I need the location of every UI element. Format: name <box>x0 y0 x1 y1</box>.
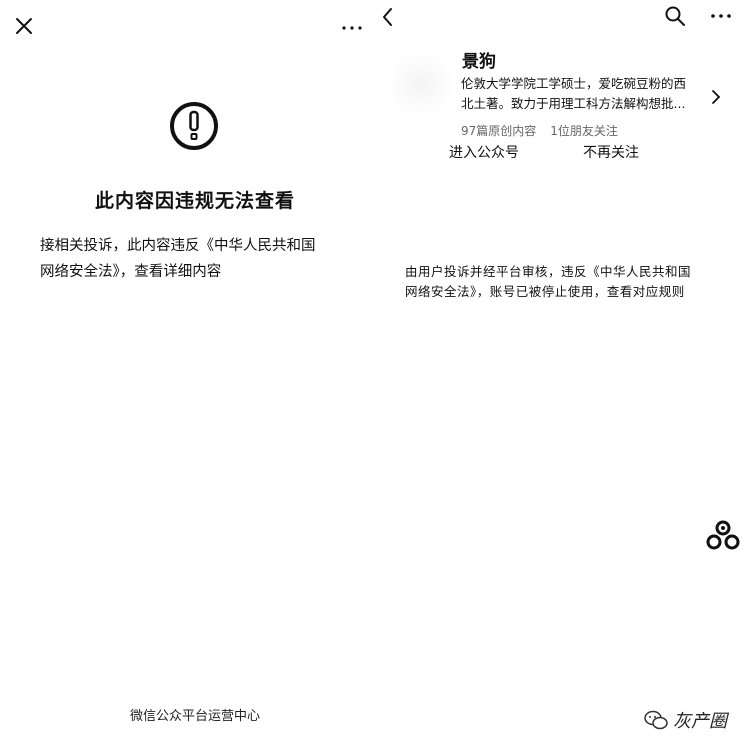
intro-line-2: 北土著。致力于用理工科方法解构想批... <box>461 96 686 111</box>
account-intro[interactable]: 伦敦大学学院工学硕士，爱吃碗豆粉的西 北土著。致力于用理工科方法解构想批... <box>461 74 711 114</box>
exclamation-circle-icon <box>170 102 218 150</box>
account-profile-page: 景狗 伦敦大学学院工学硕士，爱吃碗豆粉的西 北土著。致力于用理工科方法解构想批.… <box>375 0 750 750</box>
more-icon[interactable] <box>707 5 735 27</box>
account-suspended-notice: 由用户投诉并经平台审核，违反《中华人民共和国 网络安全法》，账号已被停止使用，查… <box>405 262 725 302</box>
more-icon[interactable] <box>338 14 366 38</box>
account-avatar[interactable] <box>389 52 453 116</box>
notice-text: 网络安全法》，账号已被停止使用， <box>405 284 607 299</box>
search-icon[interactable] <box>663 4 687 28</box>
notice-line-2: 网络安全法》，账号已被停止使用，查看对应规则 <box>405 282 725 302</box>
view-rules-link[interactable]: 查看对应规则 <box>607 284 685 299</box>
violation-notice-page: 此内容因违规无法查看 接相关投诉，此内容违反《中华人民共和国 网络安全法》，查看… <box>0 0 375 750</box>
violation-description: 接相关投诉，此内容违反《中华人民共和国 网络安全法》，查看详细内容 <box>40 233 360 285</box>
unfollow-button[interactable]: 不再关注 <box>583 142 639 162</box>
back-arrow-icon[interactable] <box>377 4 399 30</box>
watermark: 灰产圈 <box>643 703 743 735</box>
original-articles-count: 97篇原创内容 <box>461 124 537 138</box>
close-icon[interactable] <box>10 12 38 40</box>
watermark-text: 灰产圈 <box>673 711 727 732</box>
account-name: 景狗 <box>462 52 496 72</box>
intro-line-1: 伦敦大学学院工学硕士，爱吃碗豆粉的西 <box>461 76 687 91</box>
wechat-watermark-icon <box>644 710 668 730</box>
notice-line-1: 由用户投诉并经平台审核，违反《中华人民共和国 <box>405 264 692 279</box>
description-line-1: 接相关投诉，此内容违反《中华人民共和国 <box>40 238 316 254</box>
cluster-logo-icon <box>706 520 740 550</box>
account-stats: 97篇原创内容 1位朋友关注 <box>461 122 632 139</box>
description-text: 网络安全法》， <box>40 264 135 280</box>
violation-title: 此内容因违规无法查看 <box>94 190 295 212</box>
enter-account-button[interactable]: 进入公众号 <box>449 142 519 162</box>
description-line-2: 网络安全法》，查看详细内容 <box>40 259 360 285</box>
view-details-link[interactable]: 查看详细内容 <box>134 264 221 280</box>
friends-following-count: 1位朋友关注 <box>550 124 618 138</box>
chevron-right-icon[interactable] <box>709 88 723 106</box>
platform-footer: 微信公众平台运营中心 <box>129 709 260 724</box>
